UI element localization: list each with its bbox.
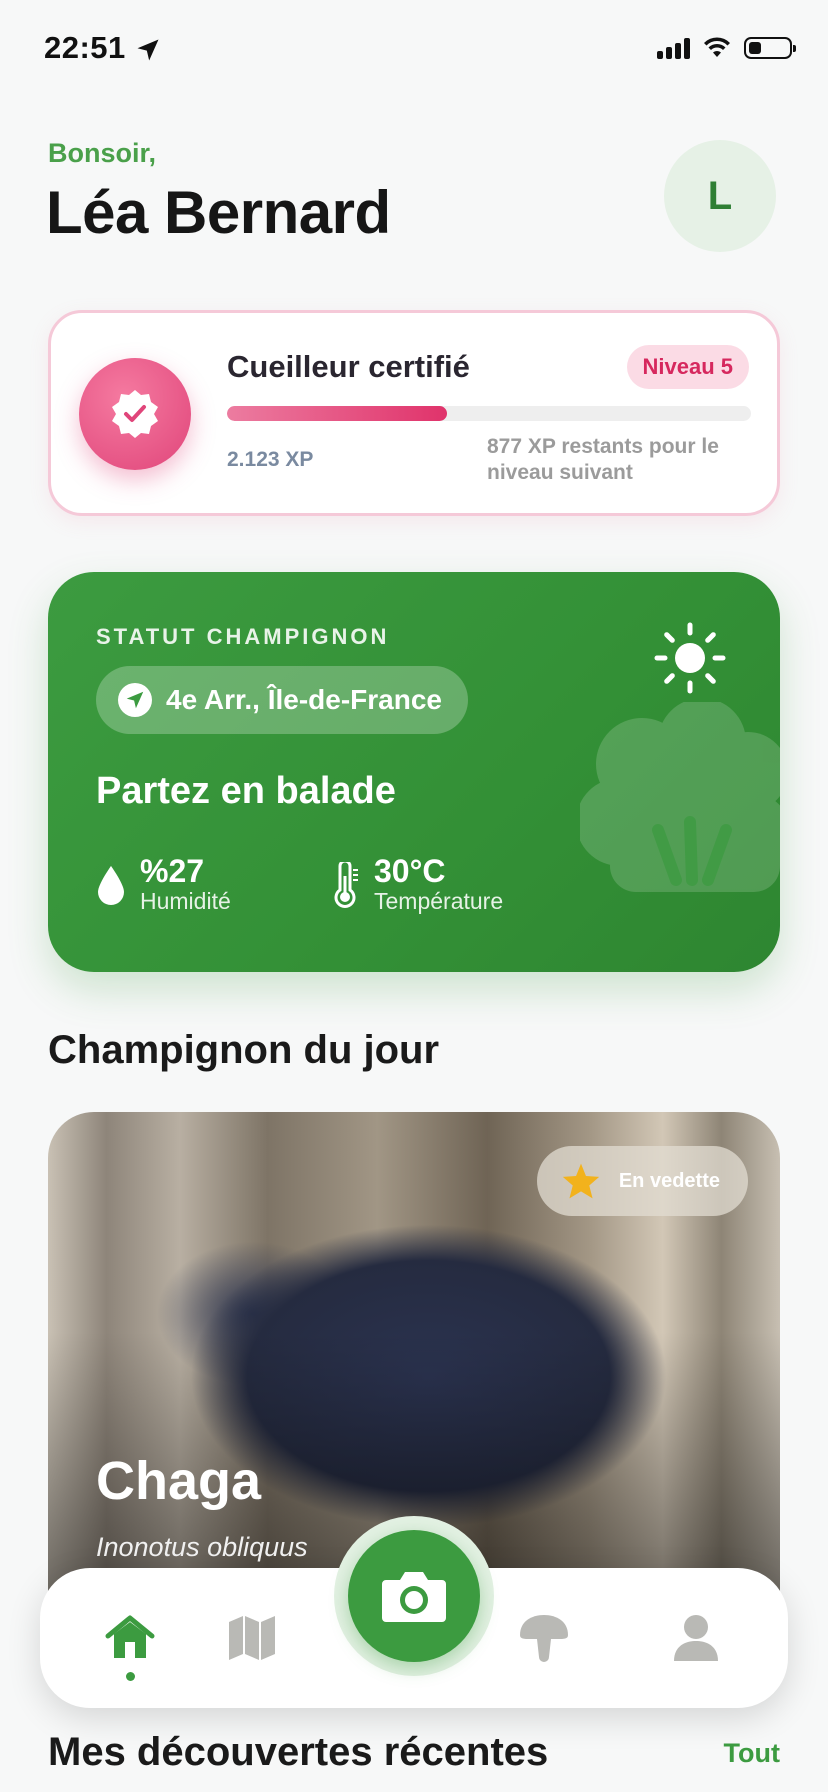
- greeting: Bonsoir,: [48, 138, 157, 168]
- home-icon: [105, 1615, 155, 1658]
- temperature-metric: 30°C Température: [330, 854, 503, 915]
- status-time: 22:51: [44, 30, 126, 65]
- section-title-daily: Champignon du jour: [48, 1028, 440, 1072]
- wifi-icon: [704, 37, 730, 57]
- location-text: 4e Arr., Île-de-France: [166, 684, 442, 715]
- see-all-link[interactable]: Tout: [724, 1738, 780, 1769]
- nav-mushrooms[interactable]: [514, 1608, 574, 1668]
- mushroom-status-card[interactable]: STATUT CHAMPIGNON 4e Arr., Île-de-France…: [48, 572, 780, 972]
- status-label: STATUT CHAMPIGNON: [96, 624, 390, 649]
- battery-icon: [744, 37, 796, 59]
- mushroom-latin-name: Inonotus obliquus: [96, 1532, 308, 1562]
- tree-illustration-icon: [580, 702, 780, 892]
- status-message: Partez en balade: [96, 770, 396, 812]
- profile-icon: [674, 1615, 718, 1661]
- section-title-recent: Mes découvertes récentes: [48, 1730, 549, 1774]
- avatar-initial: L: [707, 173, 733, 218]
- certified-badge: [79, 358, 191, 470]
- user-name: Léa Bernard: [46, 179, 391, 246]
- navigation-icon: [118, 683, 152, 717]
- thermometer-icon: [334, 861, 358, 908]
- location-chip[interactable]: 4e Arr., Île-de-France: [96, 666, 468, 734]
- temperature-value: 30°C: [374, 853, 446, 889]
- status-icons: [657, 36, 796, 60]
- mushroom-name: Chaga: [96, 1451, 262, 1511]
- level-card[interactable]: Cueilleur certifié Niveau 5 2.123 XP 877…: [48, 310, 780, 516]
- xp-progress-bar: [227, 406, 751, 421]
- xp-remaining: 877 XP restants pour le niveau suivant: [487, 435, 719, 484]
- nav-map[interactable]: [222, 1608, 282, 1668]
- featured-badge-label: En vedette: [618, 1169, 720, 1192]
- camera-icon: [382, 1572, 446, 1622]
- location-arrow-icon: [137, 39, 159, 61]
- camera-button-ring: [334, 1516, 494, 1676]
- nav-home[interactable]: [100, 1608, 160, 1668]
- mushroom-icon: [520, 1615, 568, 1662]
- humidity-label: Humidité: [140, 888, 231, 914]
- humidity-metric: %27 Humidité: [96, 854, 231, 915]
- xp-progress-fill: [227, 406, 448, 421]
- sun-icon: [654, 622, 726, 694]
- level-title: Cueilleur certifié: [227, 349, 470, 384]
- nav-profile[interactable]: [666, 1608, 726, 1668]
- signal-icon: [657, 37, 690, 59]
- humidity-value: %27: [140, 853, 205, 889]
- nav-active-indicator: [126, 1672, 135, 1681]
- camera-button[interactable]: [348, 1530, 480, 1662]
- water-drop-icon: [98, 865, 124, 905]
- map-icon: [229, 1616, 275, 1660]
- verified-badge-icon: [112, 390, 158, 438]
- featured-badge: En vedette: [536, 1146, 748, 1216]
- temperature-label: Température: [374, 888, 504, 914]
- xp-value: 2.123 XP: [227, 448, 314, 471]
- star-icon: [562, 1163, 600, 1199]
- level-badge: Niveau 5: [626, 345, 749, 389]
- avatar[interactable]: L: [664, 140, 776, 252]
